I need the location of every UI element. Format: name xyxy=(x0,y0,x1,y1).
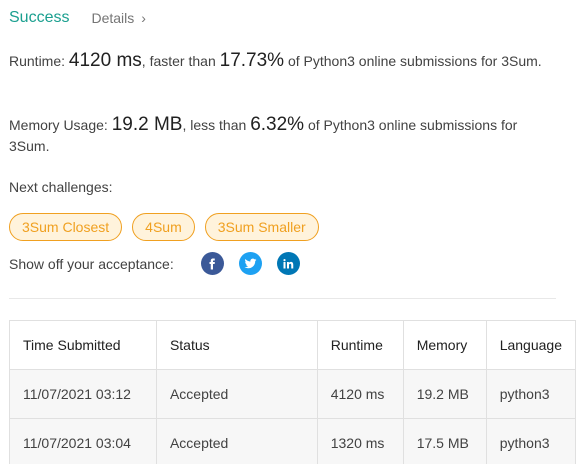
result-header: Success Details › xyxy=(9,9,146,27)
cell-memory: 19.2 MB xyxy=(402,369,487,419)
challenge-chip-3sum-closest[interactable]: 3Sum Closest xyxy=(9,213,123,241)
runtime-percent: 17.73% xyxy=(219,50,285,71)
submissions-table: Time Submitted Status Runtime Memory Lan… xyxy=(9,320,577,464)
challenge-chip-4sum[interactable]: 4Sum xyxy=(132,213,195,241)
linkedin-share-button[interactable] xyxy=(276,252,300,275)
cell-status-link[interactable]: Accepted xyxy=(155,369,318,419)
memory-label: Memory Usage: xyxy=(9,117,108,133)
status-success: Success xyxy=(9,9,70,26)
next-challenges-list: 3Sum Closest 4Sum 3Sum Smaller xyxy=(9,213,329,241)
memory-comparison: , less than xyxy=(182,117,247,133)
details-link[interactable]: Details › xyxy=(91,10,145,26)
runtime-label: Runtime: xyxy=(9,53,66,69)
cell-language: python3 xyxy=(485,369,577,419)
column-header-status[interactable]: Status xyxy=(155,320,318,370)
social-buttons xyxy=(200,252,315,275)
section-divider xyxy=(9,298,556,299)
cell-runtime: 4120 ms xyxy=(316,369,404,419)
facebook-icon xyxy=(209,258,216,269)
twitter-icon xyxy=(244,258,257,269)
facebook-share-button[interactable] xyxy=(200,252,224,275)
details-label: Details xyxy=(91,10,135,26)
share-label: Show off your acceptance: xyxy=(9,255,174,272)
cell-memory: 17.5 MB xyxy=(402,418,487,464)
table-row: 11/07/2021 03:12 Accepted 4120 ms 19.2 M… xyxy=(9,369,577,419)
runtime-stat: Runtime: 4120 ms, faster than 17.73% of … xyxy=(9,50,549,72)
next-challenges-label: Next challenges: xyxy=(9,179,113,195)
cell-time-submitted: 11/07/2021 03:12 xyxy=(9,369,157,419)
memory-stat: Memory Usage: 19.2 MB, less than 6.32% o… xyxy=(9,114,549,157)
challenge-chip-3sum-smaller[interactable]: 3Sum Smaller xyxy=(204,213,319,241)
runtime-comparison: , faster than xyxy=(141,53,216,69)
memory-percent: 6.32% xyxy=(250,114,305,135)
column-header-runtime[interactable]: Runtime xyxy=(316,320,404,370)
memory-value: 19.2 MB xyxy=(111,114,183,135)
cell-status-link[interactable]: Accepted xyxy=(155,418,318,464)
cell-time-submitted: 11/07/2021 03:04 xyxy=(9,418,157,464)
column-header-memory[interactable]: Memory xyxy=(402,320,487,370)
chevron-right-icon: › xyxy=(141,10,146,26)
cell-runtime: 1320 ms xyxy=(316,418,404,464)
runtime-value: 4120 ms xyxy=(68,50,142,71)
share-row: Show off your acceptance: xyxy=(9,252,315,275)
column-header-time-submitted[interactable]: Time Submitted xyxy=(9,320,157,370)
runtime-suffix: of Python3 online submissions for 3Sum. xyxy=(287,53,542,69)
column-header-language[interactable]: Language xyxy=(485,320,577,370)
twitter-share-button[interactable] xyxy=(238,252,262,275)
table-header-row: Time Submitted Status Runtime Memory Lan… xyxy=(9,320,577,370)
cell-language: python3 xyxy=(485,418,577,464)
linkedin-icon xyxy=(283,258,294,268)
submission-result-panel: Success Details › Runtime: 4120 ms, fast… xyxy=(0,0,578,464)
table-row: 11/07/2021 03:04 Accepted 1320 ms 17.5 M… xyxy=(9,418,577,464)
